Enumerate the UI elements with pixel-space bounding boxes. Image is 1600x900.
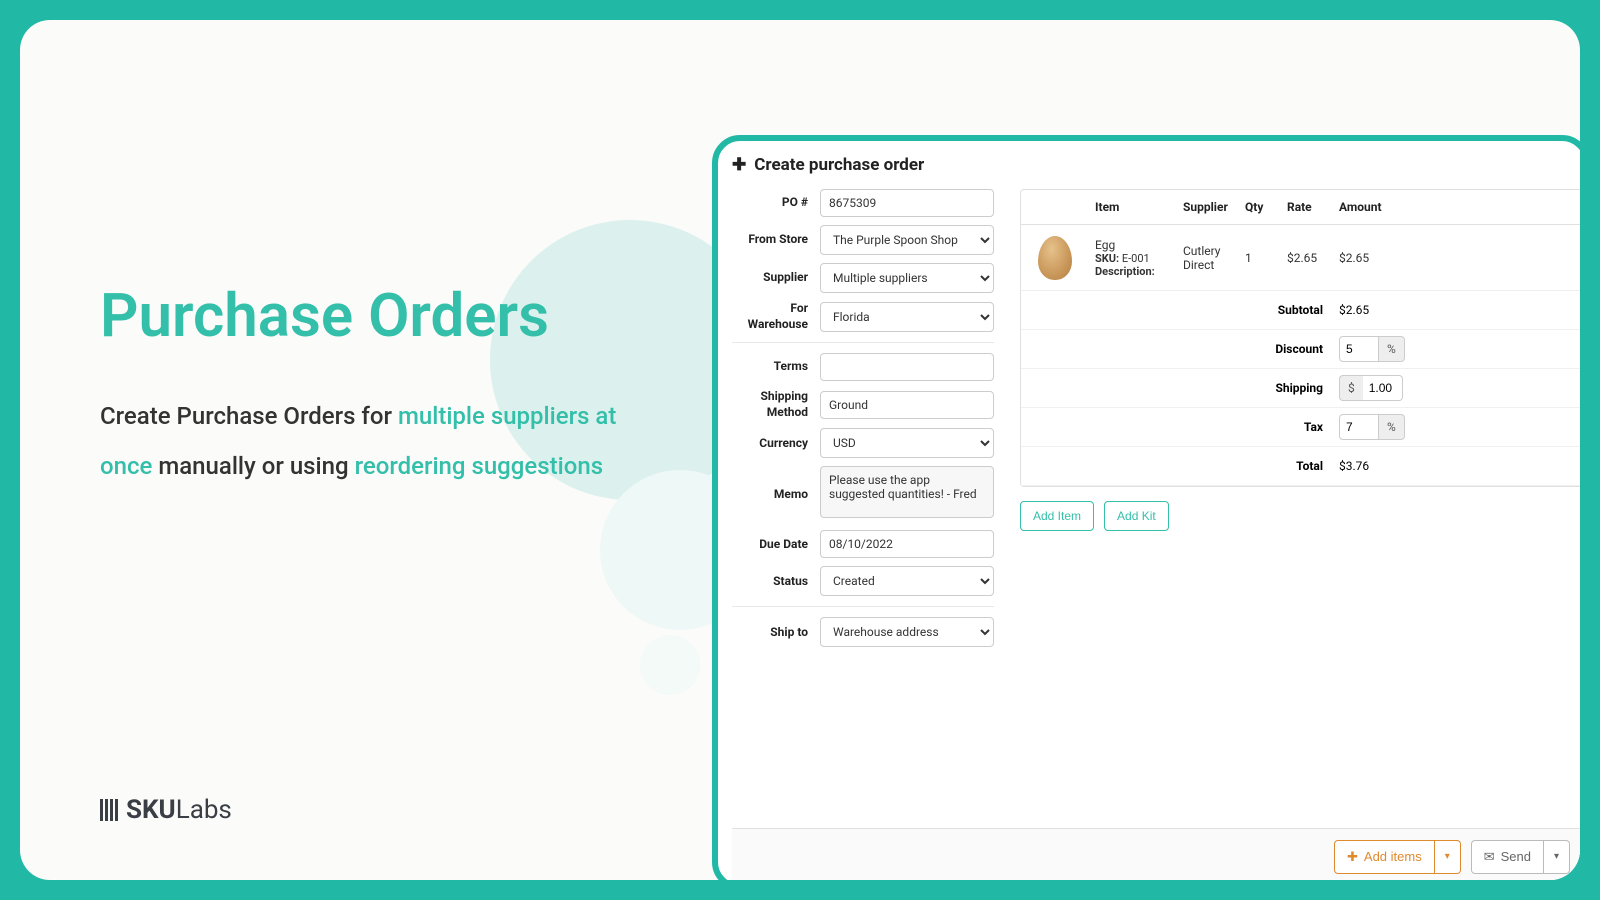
po-number-input[interactable] [820,189,994,217]
line-items-table: Item Supplier Qty Rate Amount Egg SKU: E… [1020,189,1580,487]
due-date-input[interactable] [820,530,994,558]
shipping-cost-label: Shipping [1021,369,1333,407]
add-items-button[interactable]: ✚ Add items [1334,840,1435,874]
tax-label: Tax [1021,408,1333,446]
plus-icon: ✚ [732,155,746,175]
memo-label: Memo [732,487,820,503]
warehouse-label: For Warehouse [732,301,820,332]
promo-frame: Purchase Orders Create Purchase Orders f… [20,20,1580,880]
currency-select[interactable]: USD [820,428,994,458]
cell-supplier: Cutlery Direct [1177,236,1239,280]
decor-circle [640,635,700,695]
supplier-select[interactable]: Multiple suppliers [820,263,994,293]
total-value: $3.76 [1333,453,1399,479]
item-name: Egg [1095,238,1171,252]
status-label: Status [732,574,820,590]
marketing-copy: Purchase Orders Create Purchase Orders f… [100,280,640,492]
currency-label: Currency [732,436,820,452]
line-items-panel: Item Supplier Qty Rate Amount Egg SKU: E… [1020,189,1580,531]
action-bar: ✚ Add items ▾ ✉ Send ▾ [732,828,1580,880]
from-store-label: From Store [732,232,820,248]
shipping-method-input[interactable] [820,391,994,419]
item-thumbnail [1038,236,1072,280]
window-title: ✚ Create purchase order [732,155,1580,175]
tax-input[interactable] [1339,414,1379,440]
subtotal-label: Subtotal [1021,291,1333,329]
shipping-method-label: Shipping Method [732,389,820,420]
percent-icon[interactable]: % [1379,414,1405,440]
terms-label: Terms [732,359,820,375]
total-label: Total [1021,447,1333,485]
brand-logo: SKULabs [100,795,232,825]
discount-label: Discount [1021,330,1333,368]
status-select[interactable]: Created [820,566,994,596]
marketing-blurb: Create Purchase Orders for multiple supp… [100,391,640,492]
subtotal-value: $2.65 [1333,297,1399,323]
cell-qty: 1 [1239,243,1281,273]
barcode-icon [100,799,118,821]
envelope-icon: ✉ [1484,849,1495,865]
due-date-label: Due Date [732,537,820,553]
memo-textarea[interactable] [820,466,994,518]
add-items-dropdown[interactable]: ▾ [1435,840,1461,874]
col-qty: Qty [1239,190,1281,224]
cell-rate: $2.65 [1281,243,1333,273]
supplier-label: Supplier [732,270,820,286]
cell-amount: $2.65 [1333,243,1399,273]
app-window: ✚ Create purchase order PO # From Store … [712,135,1580,880]
shipping-cost-input[interactable] [1363,375,1403,401]
discount-input[interactable] [1339,336,1379,362]
col-rate: Rate [1281,190,1333,224]
percent-icon[interactable]: % [1379,336,1405,362]
table-row[interactable]: Egg SKU: E-001 Description: Cutlery Dire… [1021,225,1580,291]
col-amount: Amount [1333,190,1399,224]
plus-icon: ✚ [1347,849,1358,865]
page-title: Purchase Orders [100,280,640,351]
table-header: Item Supplier Qty Rate Amount [1021,190,1580,225]
dollar-icon[interactable]: $ [1339,375,1363,401]
from-store-select[interactable]: The Purple Spoon Shop [820,225,994,255]
col-item: Item [1089,190,1177,224]
ship-to-select[interactable]: Warehouse address [820,617,994,647]
send-dropdown[interactable]: ▾ [1544,840,1570,874]
po-number-label: PO # [732,195,820,211]
po-form: PO # From Store The Purple Spoon Shop Su… [732,189,994,655]
warehouse-select[interactable]: Florida [820,302,994,332]
add-item-button[interactable]: Add Item [1020,501,1094,531]
send-button[interactable]: ✉ Send [1471,840,1544,874]
terms-input[interactable] [820,353,994,381]
add-kit-button[interactable]: Add Kit [1104,501,1169,531]
col-supplier: Supplier [1177,190,1239,224]
ship-to-label: Ship to [732,625,820,641]
